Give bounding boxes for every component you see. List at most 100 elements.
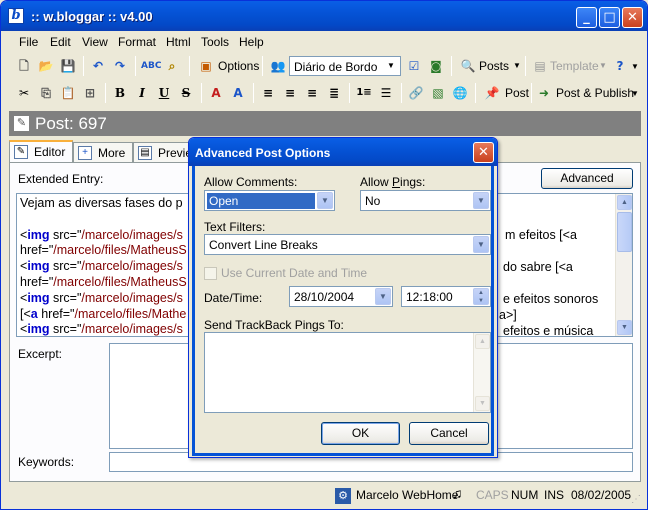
scroll-thumb[interactable] [617,212,632,252]
extended-entry-label: Extended Entry: [18,172,104,186]
web-icon[interactable]: 🌐 [451,84,469,102]
blog-settings-icon[interactable]: ☑ [405,57,423,75]
menu-tools[interactable]: Tools [201,35,229,49]
link-icon[interactable]: 🔗 [407,84,425,102]
template-button[interactable]: Template [550,59,599,73]
close-icon: ✕ [478,145,489,160]
font-color-icon[interactable]: A [229,84,247,102]
chevron-down-icon[interactable]: ▼ [317,192,333,209]
blog-select[interactable]: Diário de Bordo ▼ [289,56,401,76]
more-tab-icon: + [78,146,92,160]
copy-icon[interactable]: ⎘ [37,84,55,102]
maximize-button[interactable]: □ [599,7,620,28]
spellcheck-icon[interactable]: ABC [141,57,161,75]
minimize-button[interactable]: _ [576,7,597,28]
scroll-down-icon[interactable]: ▼ [617,320,632,335]
post-publish-button[interactable]: Post & Publish [556,86,634,100]
align-left-icon[interactable]: ≡ [259,84,277,102]
posts-button[interactable]: Posts [479,59,509,73]
editor-tab-icon: ✎ [14,145,28,159]
options-button[interactable]: Options [218,59,259,73]
underline-icon[interactable]: U [155,84,173,102]
post-button[interactable]: Post [505,86,529,100]
menu-edit[interactable]: Edit [50,35,71,49]
chevron-down-icon[interactable]: ▼ [473,192,489,209]
blogs-icon: 👥 [270,59,286,73]
editor-scrollbar[interactable]: ▲ ▼ [615,194,632,336]
allow-pings-select[interactable]: No ▼ [360,190,491,211]
chevron-down-icon[interactable]: ▼ [375,288,391,305]
template-dropdown-icon[interactable]: ▼ [599,61,607,70]
minimize-icon: _ [583,10,590,25]
chevron-down-icon[interactable]: ▼ [473,236,489,253]
italic-icon[interactable]: I [133,84,151,102]
tab-preview[interactable]: ▤ Previe [133,142,195,162]
user-icon: ⚙ [335,488,351,504]
new-icon[interactable]: 🗋 [15,57,33,75]
justify-icon[interactable]: ≣ [325,84,343,102]
editor-fragment: e efeitos sonoros [503,292,599,306]
template-icon: ▤ [534,59,546,73]
menu-html[interactable]: Html [166,35,191,49]
advanced-button[interactable]: Advanced [541,168,633,189]
unordered-list-icon[interactable]: ☰ [377,84,395,102]
scroll-up-icon[interactable]: ▲ [475,334,490,349]
dialog-close-button[interactable]: ✕ [473,142,494,163]
tab-preview-label: Previe [158,146,193,160]
app-icon[interactable]: b [8,8,24,24]
allow-pings-value: No [365,194,381,208]
save-icon[interactable]: 💾 [59,57,77,75]
time-picker[interactable]: 12:18:00 ▲ ▼ [401,286,491,307]
redo-icon[interactable]: ↷ [111,57,129,75]
cancel-button[interactable]: Cancel [409,422,489,445]
status-num: NUM [511,488,539,502]
undo-icon[interactable]: ↶ [89,57,107,75]
dialog-title-bar[interactable]: Advanced Post Options ✕ [189,138,497,166]
font-icon[interactable]: A [207,84,225,102]
paste-icon[interactable]: 📋 [59,84,77,102]
allow-comments-select[interactable]: Open ▼ [204,190,335,211]
resize-grip-icon[interactable]: ⋰ [631,494,641,505]
menu-help[interactable]: Help [239,35,264,49]
menu-file[interactable]: File [19,35,38,49]
help-icon[interactable]: ? [611,57,629,75]
editor-fragment: do sabre [<a [503,260,573,274]
title-bar[interactable]: b :: w.bloggar :: v4.00 _ □ ✕ [1,1,647,31]
blog-select-value: Diário de Bordo [294,60,378,74]
status-caps: CAPS [476,488,509,502]
strikethrough-icon[interactable]: S [177,84,195,102]
ordered-list-icon[interactable]: 1≡ [355,84,373,102]
trackback-scrollbar[interactable]: ▲ ▼ [473,333,490,412]
toolbar-more-icon[interactable]: ▼ [631,89,639,98]
post-header: ✎ Post: 697 [9,111,641,136]
align-center-icon[interactable]: ≡ [281,84,299,102]
tab-editor[interactable]: ✎ Editor [9,140,73,163]
scroll-down-icon[interactable]: ▼ [475,396,490,411]
use-current-date-checkbox[interactable] [204,267,217,280]
posts-dropdown-icon[interactable]: ▼ [513,61,521,70]
bold-icon[interactable]: B [111,84,129,102]
tab-more-label: More [98,146,126,160]
image-icon[interactable]: ▧ [429,84,447,102]
paste-special-icon[interactable]: ⊞ [81,84,99,102]
scroll-up-icon[interactable]: ▲ [617,195,632,210]
toolbar-main: 🗋 📂 💾 ↶ ↷ ABC ⌕ ▣ Options 👥 Diário de Bo… [5,53,643,79]
menu-view[interactable]: View [82,35,108,49]
blog-refresh-icon[interactable]: ◙ [427,57,445,75]
time-spinner-icon[interactable]: ▲ ▼ [473,288,489,305]
close-button[interactable]: ✕ [622,7,643,28]
close-icon: ✕ [627,10,638,25]
ok-button[interactable]: OK [321,422,400,445]
cut-icon[interactable]: ✂ [15,84,33,102]
maximize-icon: □ [603,10,616,25]
date-picker[interactable]: 28/10/2004 ▼ [289,286,393,307]
open-icon[interactable]: 📂 [37,57,55,75]
tab-more[interactable]: + More [73,142,133,162]
menu-format[interactable]: Format [118,35,156,49]
text-filters-select[interactable]: Convert Line Breaks ▼ [204,234,491,255]
trackback-field[interactable]: ▲ ▼ [204,332,491,413]
status-ins: INS [544,488,565,502]
help-dropdown-icon[interactable]: ▼ [631,62,639,71]
align-right-icon[interactable]: ≡ [303,84,321,102]
find-replace-icon[interactable]: ⌕ [163,57,181,75]
